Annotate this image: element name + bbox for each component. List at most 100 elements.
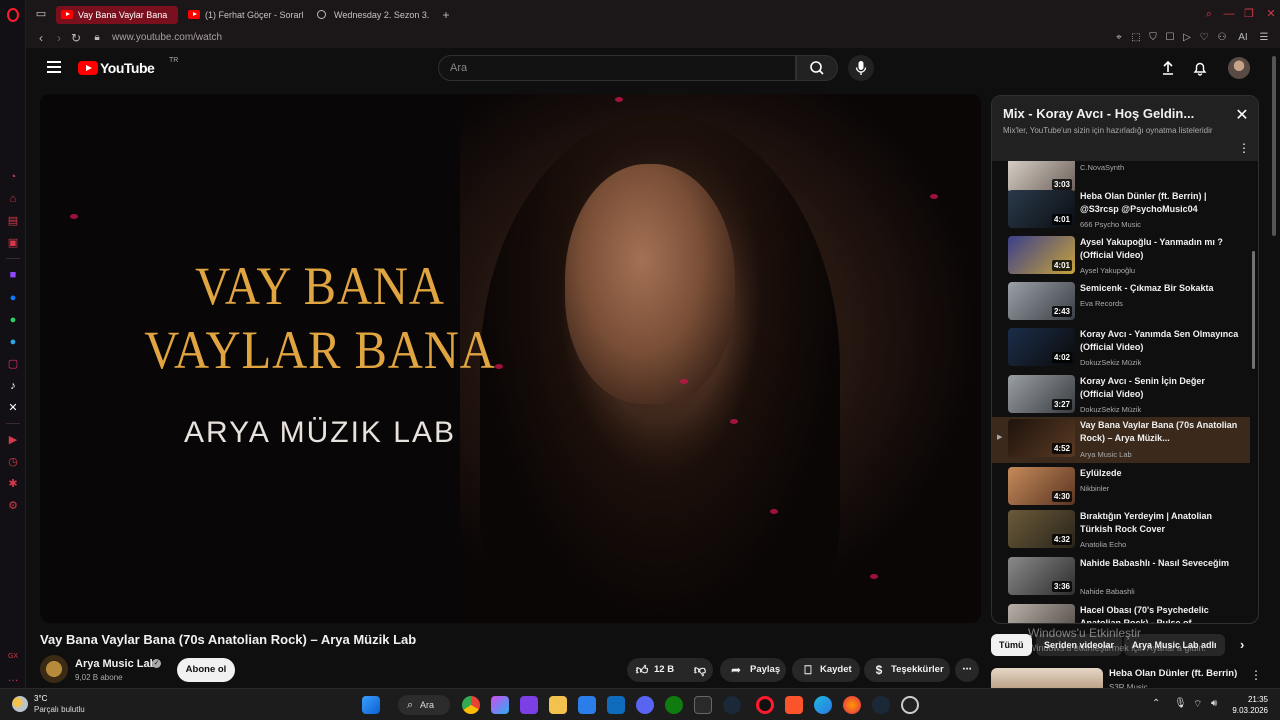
- playlist-item[interactable]: 3:36 Nahide Babashlı - Nasıl Seveceğim N…: [992, 555, 1250, 601]
- whatsapp-icon[interactable]: ●: [7, 314, 19, 326]
- snapshot-icon[interactable]: ⬚: [1130, 31, 1142, 45]
- tiktok-icon[interactable]: ♪: [7, 380, 19, 392]
- recommended-title[interactable]: Heba Olan Dünler (ft. Berrin): [1109, 668, 1237, 679]
- share-button[interactable]: ➦ Paylaş: [720, 658, 786, 682]
- store-icon[interactable]: [578, 696, 596, 714]
- menu-icon[interactable]: [47, 61, 61, 73]
- chip-all[interactable]: Tümü: [991, 634, 1032, 656]
- aria-icon[interactable]: ◔: [7, 171, 19, 183]
- taskbar-search[interactable]: Ara: [398, 695, 450, 715]
- dislike-button[interactable]: 👎︎: [687, 658, 713, 682]
- temperature[interactable]: 3°C: [34, 694, 47, 703]
- steam-icon-2[interactable]: [872, 696, 890, 714]
- x-icon[interactable]: ✕: [7, 402, 19, 414]
- subscribe-button[interactable]: Abone ol: [177, 658, 235, 682]
- playlist-title[interactable]: Mix - Koray Avcı - Hoş Geldin...: [1003, 106, 1194, 121]
- lock-icon[interactable]: 🔒︎: [90, 30, 104, 46]
- recommended-menu-icon[interactable]: ⋮: [1250, 668, 1262, 682]
- firefox-icon[interactable]: [843, 696, 861, 714]
- shield-icon[interactable]: ⛉: [1147, 31, 1159, 45]
- gx-corner-icon[interactable]: ⌂: [7, 193, 19, 205]
- chip-next-icon[interactable]: ›: [1232, 634, 1252, 656]
- brave-icon[interactable]: [785, 696, 803, 714]
- weather-status[interactable]: Parçalı bulutlu: [34, 705, 85, 714]
- messenger-icon[interactable]: ●: [7, 292, 19, 304]
- ai-button[interactable]: AI: [1232, 31, 1254, 45]
- forward-button[interactable]: ›: [52, 30, 66, 46]
- playlist-item[interactable]: 3:27 Koray Avcı - Senin İçin Değer (Offi…: [992, 373, 1250, 419]
- opera-gx-icon[interactable]: [756, 696, 774, 714]
- back-button[interactable]: ‹: [34, 30, 48, 46]
- channel-avatar[interactable]: [40, 655, 68, 683]
- minimize-button[interactable]: —: [1222, 8, 1236, 20]
- epic-games-icon[interactable]: [694, 696, 712, 714]
- tab-ferhat-gocer[interactable]: (1) Ferhat Göçer - Sorarlar: [183, 6, 303, 24]
- steam-icon[interactable]: [723, 696, 741, 714]
- settings-icon[interactable]: ⚙: [7, 500, 19, 512]
- instagram-icon[interactable]: ▢: [7, 358, 19, 370]
- reload-button[interactable]: ↻: [69, 30, 83, 46]
- player-icon[interactable]: ▤: [7, 215, 19, 227]
- maximize-button[interactable]: ❐: [1242, 8, 1256, 20]
- close-window-button[interactable]: ✕: [1264, 8, 1278, 20]
- search-input[interactable]: [439, 56, 795, 80]
- weather-icon[interactable]: [12, 696, 28, 712]
- thanks-button[interactable]: $ Teşekkürler: [864, 658, 950, 682]
- upload-button[interactable]: [1159, 59, 1177, 77]
- microphone-tray-icon[interactable]: 🎙︎: [1174, 698, 1187, 709]
- vpn-icon[interactable]: ☐: [1164, 31, 1176, 45]
- music-icon[interactable]: ▣: [7, 237, 19, 249]
- video-player[interactable]: VAY BANA VAYLAR BANA ARYA MÜZIK LAB: [40, 94, 981, 623]
- playlist-item[interactable]: 4:01 Aysel Yakupoğlu - Yanmadın mı ? (Of…: [992, 234, 1250, 280]
- tab-menu-icon[interactable]: ▭: [35, 8, 47, 20]
- playlist-item[interactable]: 4:32 Bıraktığın Yerdeyim | Anatolian Tür…: [992, 508, 1250, 554]
- clock[interactable]: 21:35 9.03.2026: [1232, 694, 1268, 716]
- discord-icon[interactable]: [636, 696, 654, 714]
- account-avatar[interactable]: [1228, 57, 1250, 79]
- page-scrollbar[interactable]: [1272, 56, 1276, 236]
- chrome-icon[interactable]: [462, 696, 480, 714]
- heart-icon[interactable]: ♡: [1198, 31, 1210, 45]
- app-icon-2[interactable]: [901, 696, 919, 714]
- notifications-button[interactable]: [1191, 59, 1209, 77]
- telegram-icon[interactable]: ●: [7, 336, 19, 348]
- file-explorer-icon[interactable]: [549, 696, 567, 714]
- pin-icon[interactable]: ⌖: [1113, 31, 1125, 45]
- playlist-item[interactable]: Hacel Obası (70's Psychedelic Anatolian …: [992, 602, 1250, 623]
- save-button[interactable]: ⎕ Kaydet: [792, 658, 860, 682]
- tab-wednesday[interactable]: Wednesday 2. Sezon 3. Bö: [312, 6, 432, 24]
- opera-logo-icon[interactable]: [7, 8, 19, 22]
- playlist-item[interactable]: 2:43 Semicenk - Çıkmaz Bir Sokakta Eva R…: [992, 280, 1250, 326]
- playlist-item[interactable]: 4:01 Heba Olan Dünler (ft. Berrin) | @S3…: [992, 188, 1250, 234]
- wifi-icon[interactable]: ⌔: [1193, 698, 1202, 711]
- close-playlist-button[interactable]: ✕: [1235, 108, 1249, 124]
- edge-icon[interactable]: [814, 696, 832, 714]
- url-field[interactable]: www.youtube.com/watch: [112, 31, 222, 45]
- easy-setup-icon[interactable]: ☰: [1258, 31, 1270, 45]
- playlist-menu-icon[interactable]: ⋮: [1238, 141, 1250, 155]
- playlist-item-current[interactable]: ▶ 4:52 Vay Bana Vaylar Bana (70s Anatoli…: [992, 417, 1250, 463]
- more-actions-button[interactable]: ⋯: [955, 658, 979, 682]
- media-play-icon[interactable]: ▷: [1181, 31, 1193, 45]
- copilot-icon[interactable]: [491, 696, 509, 714]
- play-circle-icon[interactable]: ▶: [7, 434, 19, 446]
- recommended-thumbnail[interactable]: [991, 668, 1103, 690]
- voice-search-button[interactable]: [848, 55, 874, 81]
- xbox-icon[interactable]: [665, 696, 683, 714]
- search-button[interactable]: [796, 55, 838, 81]
- playlist-item[interactable]: 4:30 Eylülzede Nikbinler: [992, 465, 1250, 511]
- mail-icon[interactable]: [607, 696, 625, 714]
- channel-name[interactable]: Arya Music Lab: [75, 658, 156, 670]
- playlist-item[interactable]: 4:02 Koray Avcı - Yanımda Sen Olmayınca …: [992, 326, 1250, 372]
- account-icon[interactable]: ⚇: [1216, 31, 1228, 45]
- search-tabs-icon[interactable]: ⌕: [1202, 8, 1216, 20]
- history-icon[interactable]: ◷: [7, 456, 19, 468]
- tab-vay-bana[interactable]: Vay Bana Vaylar Bana: [56, 6, 178, 24]
- playlist-scrollbar[interactable]: [1252, 251, 1255, 369]
- twitch-icon[interactable]: ■: [7, 269, 19, 281]
- extensions-icon[interactable]: ✱: [7, 478, 19, 490]
- volume-icon[interactable]: 🔊︎: [1211, 698, 1217, 709]
- app-icon[interactable]: [520, 696, 538, 714]
- tray-chevron-icon[interactable]: ⌃: [1152, 698, 1160, 709]
- more-icon[interactable]: …: [7, 672, 19, 684]
